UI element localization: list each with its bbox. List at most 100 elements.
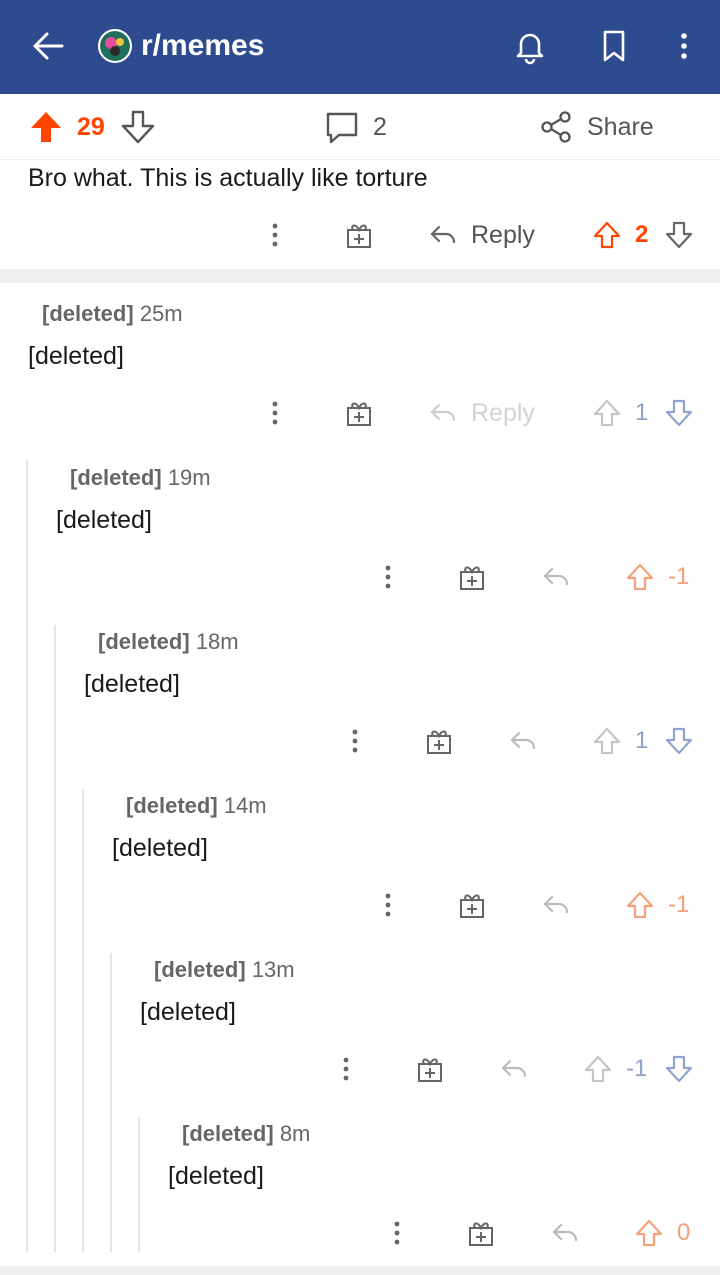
- thread-line: [26, 460, 28, 1252]
- comment-meta: [deleted] 19m: [70, 463, 211, 493]
- reply-button[interactable]: Reply: [471, 218, 535, 252]
- comment-age: 25m: [139, 301, 183, 326]
- arrow-up-icon: [593, 221, 621, 249]
- comment-upvote-button[interactable]: [631, 1214, 667, 1252]
- award-button[interactable]: [453, 558, 491, 596]
- comment-body: [deleted]: [112, 834, 208, 862]
- reply-button[interactable]: Reply: [471, 396, 535, 430]
- thread-line: [82, 789, 84, 1252]
- comment-meta: [deleted] 25m: [42, 299, 183, 329]
- comment-age: 19m: [167, 465, 211, 490]
- thread-line: [110, 953, 112, 1252]
- post-downvote-button[interactable]: [118, 108, 158, 146]
- bell-icon: [516, 33, 544, 65]
- award-button[interactable]: [340, 216, 378, 254]
- comment-more-button[interactable]: [380, 1214, 414, 1252]
- share-button[interactable]: Share: [587, 110, 654, 144]
- reply-icon-button[interactable]: [504, 722, 542, 760]
- more-vertical-icon: [272, 223, 278, 247]
- arrow-up-icon: [584, 1055, 612, 1083]
- app-bar: r/memes: [0, 0, 720, 94]
- reply-icon-button[interactable]: [537, 558, 575, 596]
- notifications-button[interactable]: [506, 24, 554, 68]
- award-button[interactable]: [453, 886, 491, 924]
- arrow-up-filled-icon: [31, 112, 61, 142]
- comment-body: [deleted]: [84, 670, 180, 698]
- comment-upvote-button[interactable]: [622, 558, 658, 596]
- comment-author[interactable]: [deleted]: [154, 957, 246, 982]
- more-vertical-icon: [352, 729, 358, 753]
- award-button[interactable]: [462, 1214, 500, 1252]
- comment-downvote-button[interactable]: [661, 216, 697, 254]
- reply-icon: [510, 731, 536, 750]
- reply-icon: [430, 403, 456, 422]
- comment-upvote-button[interactable]: [589, 394, 625, 432]
- gift-icon: [460, 894, 484, 918]
- comment-downvote-button[interactable]: [661, 1050, 697, 1088]
- arrow-down-icon: [121, 110, 155, 144]
- comment-author[interactable]: [deleted]: [42, 301, 134, 326]
- more-vertical-icon: [343, 1057, 349, 1081]
- gift-icon: [418, 1058, 442, 1082]
- comment-more-button[interactable]: [371, 558, 405, 596]
- award-button[interactable]: [411, 1050, 449, 1088]
- comment-more-button[interactable]: [338, 722, 372, 760]
- back-button[interactable]: [24, 24, 72, 68]
- reply-icon-button[interactable]: [424, 216, 462, 254]
- reply-icon: [501, 1059, 527, 1078]
- reply-icon-button[interactable]: [424, 394, 462, 432]
- award-button[interactable]: [420, 722, 458, 760]
- subreddit-title[interactable]: r/memes: [141, 26, 264, 66]
- more-vertical-icon: [681, 33, 687, 59]
- comment-more-button[interactable]: [258, 216, 292, 254]
- comment-upvote-button[interactable]: [589, 216, 625, 254]
- comment-score: 2: [635, 221, 649, 248]
- overflow-menu-button[interactable]: [660, 24, 708, 68]
- comment-upvote-button[interactable]: [622, 886, 658, 924]
- post-score: 29: [77, 113, 105, 141]
- reply-icon: [430, 225, 456, 244]
- more-vertical-icon: [385, 565, 391, 589]
- more-vertical-icon: [272, 401, 278, 425]
- comment-author[interactable]: [deleted]: [70, 465, 162, 490]
- reply-icon-button[interactable]: [537, 886, 575, 924]
- save-button[interactable]: [590, 24, 638, 68]
- subreddit-avatar[interactable]: [98, 29, 132, 63]
- comment-score: 0: [677, 1219, 691, 1246]
- award-button[interactable]: [340, 394, 378, 432]
- comment-body: [deleted]: [28, 342, 124, 370]
- comment-meta: [deleted] 14m: [126, 791, 267, 821]
- comment-author[interactable]: [deleted]: [182, 1121, 274, 1146]
- reply-icon-button[interactable]: [546, 1214, 584, 1252]
- gift-icon: [460, 566, 484, 590]
- reply-icon: [543, 895, 569, 914]
- comment-score: 1: [635, 727, 649, 754]
- comment-upvote-button[interactable]: [589, 722, 625, 760]
- comment-more-button[interactable]: [371, 886, 405, 924]
- comment-downvote-button[interactable]: [661, 722, 697, 760]
- comment-author[interactable]: [deleted]: [126, 793, 218, 818]
- comment-age: 14m: [223, 793, 267, 818]
- comment-separator: [0, 1266, 720, 1275]
- gift-icon: [347, 402, 371, 426]
- share-icon-button[interactable]: [536, 108, 576, 146]
- comment-more-button[interactable]: [258, 394, 292, 432]
- comment-age: 13m: [251, 957, 295, 982]
- post-action-bar: 29 2 Share: [0, 94, 720, 160]
- comment-meta: [deleted] 8m: [182, 1119, 310, 1149]
- arrow-left-icon: [33, 32, 64, 60]
- comment-downvote-button[interactable]: [661, 394, 697, 432]
- comment-body: [deleted]: [56, 506, 152, 534]
- more-vertical-icon: [394, 1221, 400, 1245]
- thread-line: [54, 625, 56, 1252]
- reply-icon-button[interactable]: [495, 1050, 533, 1088]
- share-icon: [541, 111, 571, 143]
- comment-upvote-button[interactable]: [580, 1050, 616, 1088]
- comments-button[interactable]: [320, 108, 364, 146]
- comment-author[interactable]: [deleted]: [98, 629, 190, 654]
- arrow-up-icon: [626, 563, 654, 591]
- comment-score: -1: [668, 563, 690, 590]
- comment-more-button[interactable]: [329, 1050, 363, 1088]
- post-upvote-button[interactable]: [26, 108, 66, 146]
- comment-count: 2: [373, 113, 387, 141]
